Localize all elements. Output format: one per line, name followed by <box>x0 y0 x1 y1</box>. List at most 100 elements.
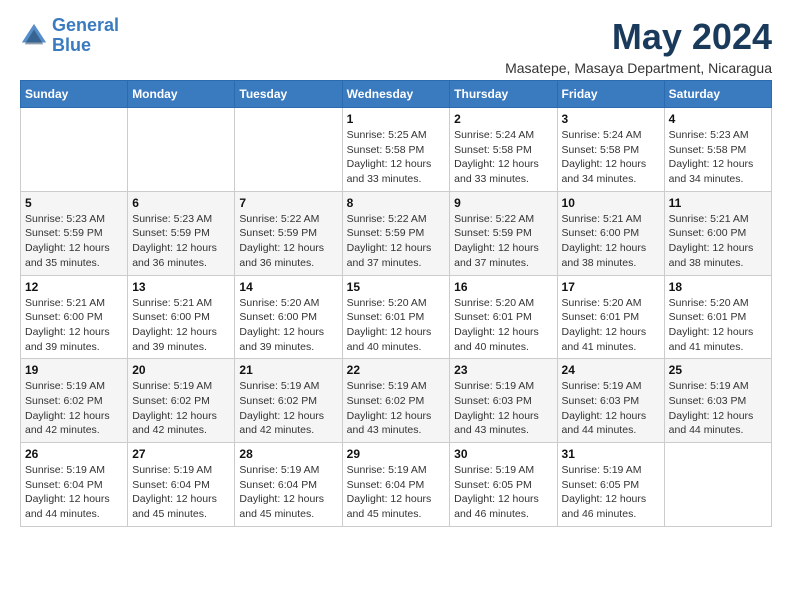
day-info: Sunrise: 5:19 AMSunset: 6:05 PMDaylight:… <box>454 463 552 522</box>
logo-blue: Blue <box>52 35 91 55</box>
logo-general: General <box>52 15 119 35</box>
day-number: 8 <box>347 196 446 210</box>
calendar-table: SundayMondayTuesdayWednesdayThursdayFrid… <box>20 80 772 527</box>
calendar-cell <box>128 108 235 192</box>
day-number: 15 <box>347 280 446 294</box>
calendar-cell: 29 Sunrise: 5:19 AMSunset: 6:04 PMDayligh… <box>342 443 450 527</box>
calendar-cell: 17Sunrise: 5:20 AMSunset: 6:01 PMDayligh… <box>557 275 664 359</box>
day-info: Sunrise: 5:23 AMSunset: 5:59 PMDaylight:… <box>132 212 230 271</box>
calendar-cell <box>664 443 771 527</box>
calendar-cell: 13 Sunrise: 5:21 AMSunset: 6:00 PMDayligh… <box>128 275 235 359</box>
calendar-cell: 8 Sunrise: 5:22 AMSunset: 5:59 PMDaylight… <box>342 191 450 275</box>
day-info: Sunrise: 5:23 AMSunset: 5:59 PMDaylight:… <box>25 212 123 271</box>
day-number: 13 <box>132 280 230 294</box>
day-info: Sunrise: 5:19 AMSunset: 6:03 PMDaylight:… <box>669 379 767 438</box>
day-info: Sunrise: 5:20 AMSunset: 6:01 PMDaylight:… <box>562 296 660 355</box>
calendar-week-1: 1 Sunrise: 5:25 AMSunset: 5:58 PMDaylight… <box>21 108 772 192</box>
calendar-cell: 21 Sunrise: 5:19 AMSunset: 6:02 PMDayligh… <box>235 359 342 443</box>
day-number: 24 <box>562 363 660 377</box>
calendar-cell: 11 Sunrise: 5:21 AMSunset: 6:00 PMDayligh… <box>664 191 771 275</box>
day-info: Sunrise: 5:24 AMSunset: 5:58 PMDaylight:… <box>562 128 660 187</box>
day-number: 1 <box>347 112 446 126</box>
day-number: 26 <box>25 447 123 461</box>
day-number: 2 <box>454 112 552 126</box>
calendar-cell: 25Sunrise: 5:19 AMSunset: 6:03 PMDayligh… <box>664 359 771 443</box>
day-info: Sunrise: 5:22 AMSunset: 5:59 PMDaylight:… <box>454 212 552 271</box>
day-info: Sunrise: 5:19 AMSunset: 6:03 PMDaylight:… <box>454 379 552 438</box>
day-number: 29 <box>347 447 446 461</box>
calendar-cell: 18 Sunrise: 5:20 AMSunset: 6:01 PMDayligh… <box>664 275 771 359</box>
day-info: Sunrise: 5:19 AMSunset: 6:04 PMDaylight:… <box>132 463 230 522</box>
day-info: Sunrise: 5:19 AMSunset: 6:04 PMDaylight:… <box>239 463 337 522</box>
day-info: Sunrise: 5:19 AMSunset: 6:04 PMDaylight:… <box>347 463 446 522</box>
day-number: 20 <box>132 363 230 377</box>
page-header: General Blue May 2024 Masatepe, Masaya D… <box>20 16 772 76</box>
day-number: 11 <box>669 196 767 210</box>
day-number: 31 <box>562 447 660 461</box>
day-info: Sunrise: 5:21 AMSunset: 6:00 PMDaylight:… <box>132 296 230 355</box>
weekday-header-tuesday: Tuesday <box>235 81 342 108</box>
day-number: 5 <box>25 196 123 210</box>
day-info: Sunrise: 5:19 AMSunset: 6:02 PMDaylight:… <box>132 379 230 438</box>
day-number: 27 <box>132 447 230 461</box>
day-number: 19 <box>25 363 123 377</box>
calendar-cell: 3 Sunrise: 5:24 AMSunset: 5:58 PMDaylight… <box>557 108 664 192</box>
weekday-header-sunday: Sunday <box>21 81 128 108</box>
day-info: Sunrise: 5:25 AMSunset: 5:58 PMDaylight:… <box>347 128 446 187</box>
calendar-cell: 28Sunrise: 5:19 AMSunset: 6:04 PMDayligh… <box>235 443 342 527</box>
day-info: Sunrise: 5:23 AMSunset: 5:58 PMDaylight:… <box>669 128 767 187</box>
title-block: May 2024 Masatepe, Masaya Department, Ni… <box>505 16 772 76</box>
calendar-cell: 2 Sunrise: 5:24 AMSunset: 5:58 PMDaylight… <box>450 108 557 192</box>
day-info: Sunrise: 5:19 AMSunset: 6:04 PMDaylight:… <box>25 463 123 522</box>
calendar-cell: 14Sunrise: 5:20 AMSunset: 6:00 PMDayligh… <box>235 275 342 359</box>
day-info: Sunrise: 5:22 AMSunset: 5:59 PMDaylight:… <box>347 212 446 271</box>
calendar-header: SundayMondayTuesdayWednesdayThursdayFrid… <box>21 81 772 108</box>
day-number: 30 <box>454 447 552 461</box>
calendar-cell: 4 Sunrise: 5:23 AMSunset: 5:58 PMDaylight… <box>664 108 771 192</box>
calendar-week-3: 12 Sunrise: 5:21 AMSunset: 6:00 PMDayligh… <box>21 275 772 359</box>
day-info: Sunrise: 5:19 AMSunset: 6:02 PMDaylight:… <box>25 379 123 438</box>
day-number: 6 <box>132 196 230 210</box>
day-info: Sunrise: 5:24 AMSunset: 5:58 PMDaylight:… <box>454 128 552 187</box>
calendar-week-4: 19 Sunrise: 5:19 AMSunset: 6:02 PMDayligh… <box>21 359 772 443</box>
weekday-header-friday: Friday <box>557 81 664 108</box>
day-number: 12 <box>25 280 123 294</box>
calendar-cell: 20 Sunrise: 5:19 AMSunset: 6:02 PMDayligh… <box>128 359 235 443</box>
day-info: Sunrise: 5:20 AMSunset: 6:01 PMDaylight:… <box>669 296 767 355</box>
day-info: Sunrise: 5:21 AMSunset: 6:00 PMDaylight:… <box>562 212 660 271</box>
calendar-cell: 7 Sunrise: 5:22 AMSunset: 5:59 PMDaylight… <box>235 191 342 275</box>
calendar-cell: 15 Sunrise: 5:20 AMSunset: 6:01 PMDayligh… <box>342 275 450 359</box>
calendar-cell: 22Sunrise: 5:19 AMSunset: 6:02 PMDayligh… <box>342 359 450 443</box>
day-number: 4 <box>669 112 767 126</box>
calendar-cell: 5 Sunrise: 5:23 AMSunset: 5:59 PMDaylight… <box>21 191 128 275</box>
day-number: 3 <box>562 112 660 126</box>
calendar-cell: 9Sunrise: 5:22 AMSunset: 5:59 PMDaylight… <box>450 191 557 275</box>
day-number: 18 <box>669 280 767 294</box>
calendar-cell <box>235 108 342 192</box>
calendar-cell: 16Sunrise: 5:20 AMSunset: 6:01 PMDayligh… <box>450 275 557 359</box>
weekday-header-thursday: Thursday <box>450 81 557 108</box>
day-info: Sunrise: 5:20 AMSunset: 6:00 PMDaylight:… <box>239 296 337 355</box>
calendar-cell <box>21 108 128 192</box>
calendar-cell: 1 Sunrise: 5:25 AMSunset: 5:58 PMDaylight… <box>342 108 450 192</box>
day-number: 7 <box>239 196 337 210</box>
day-info: Sunrise: 5:21 AMSunset: 6:00 PMDaylight:… <box>25 296 123 355</box>
day-info: Sunrise: 5:22 AMSunset: 5:59 PMDaylight:… <box>239 212 337 271</box>
calendar-cell: 6 Sunrise: 5:23 AMSunset: 5:59 PMDaylight… <box>128 191 235 275</box>
day-number: 21 <box>239 363 337 377</box>
weekday-header-saturday: Saturday <box>664 81 771 108</box>
day-info: Sunrise: 5:19 AMSunset: 6:02 PMDaylight:… <box>239 379 337 438</box>
day-number: 23 <box>454 363 552 377</box>
day-info: Sunrise: 5:19 AMSunset: 6:02 PMDaylight:… <box>347 379 446 438</box>
subtitle: Masatepe, Masaya Department, Nicaragua <box>505 60 772 76</box>
calendar-week-5: 26 Sunrise: 5:19 AMSunset: 6:04 PMDayligh… <box>21 443 772 527</box>
calendar-cell: 12 Sunrise: 5:21 AMSunset: 6:00 PMDayligh… <box>21 275 128 359</box>
weekday-header-monday: Monday <box>128 81 235 108</box>
calendar-cell: 10 Sunrise: 5:21 AMSunset: 6:00 PMDayligh… <box>557 191 664 275</box>
calendar-cell: 30 Sunrise: 5:19 AMSunset: 6:05 PMDayligh… <box>450 443 557 527</box>
calendar-cell: 24Sunrise: 5:19 AMSunset: 6:03 PMDayligh… <box>557 359 664 443</box>
weekday-header-wednesday: Wednesday <box>342 81 450 108</box>
day-number: 10 <box>562 196 660 210</box>
day-info: Sunrise: 5:20 AMSunset: 6:01 PMDaylight:… <box>347 296 446 355</box>
day-info: Sunrise: 5:21 AMSunset: 6:00 PMDaylight:… <box>669 212 767 271</box>
